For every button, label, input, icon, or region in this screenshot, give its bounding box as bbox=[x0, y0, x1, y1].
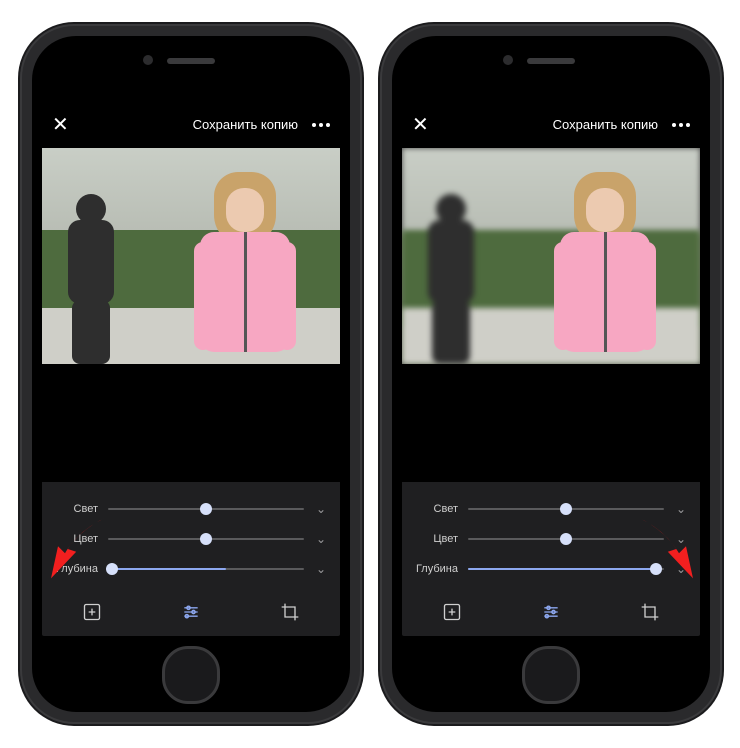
editor-topbar: ✕ Сохранить копию bbox=[402, 102, 700, 148]
crop-icon[interactable] bbox=[636, 598, 664, 626]
color-row: Цвет ⌄ bbox=[414, 524, 688, 554]
topbar-right: Сохранить копию bbox=[193, 117, 330, 132]
crop-icon[interactable] bbox=[276, 598, 304, 626]
color-label: Цвет bbox=[414, 533, 458, 545]
depth-label: Глубина bbox=[414, 563, 458, 575]
chevron-down-icon[interactable]: ⌄ bbox=[674, 502, 688, 516]
chevron-down-icon[interactable]: ⌄ bbox=[314, 532, 328, 546]
color-slider[interactable] bbox=[108, 538, 304, 540]
adjustment-panel: Свет ⌄ Цвет ⌄ Глубина ⌄ bbox=[42, 482, 340, 588]
adjustment-panel: Свет ⌄ Цвет ⌄ Глубина ⌄ bbox=[402, 482, 700, 588]
phone-mockup-right: ✕ Сохранить копию Свет ⌄ Цве bbox=[380, 24, 722, 724]
color-row: Цвет ⌄ bbox=[54, 524, 328, 554]
depth-label: Глубина bbox=[54, 563, 98, 575]
editor-bottombar bbox=[42, 588, 340, 636]
depth-slider[interactable] bbox=[108, 568, 304, 570]
editor-bottombar bbox=[402, 588, 700, 636]
suggestions-icon[interactable] bbox=[438, 598, 466, 626]
save-copy-button[interactable]: Сохранить копию bbox=[553, 117, 658, 132]
light-row: Свет ⌄ bbox=[54, 494, 328, 524]
app-screen: ✕ Сохранить копию Свет ⌄ Цве bbox=[402, 102, 700, 636]
letterbox-gap bbox=[402, 364, 700, 482]
depth-row: Глубина ⌄ bbox=[54, 554, 328, 584]
topbar-right: Сохранить копию bbox=[553, 117, 690, 132]
home-button[interactable] bbox=[162, 646, 220, 704]
adjust-icon[interactable] bbox=[177, 598, 205, 626]
color-slider[interactable] bbox=[468, 538, 664, 540]
light-slider[interactable] bbox=[468, 508, 664, 510]
phone-camera bbox=[143, 55, 153, 65]
more-icon[interactable] bbox=[312, 123, 330, 127]
color-label: Цвет bbox=[54, 533, 98, 545]
app-screen: ✕ Сохранить копию Свет ⌄ Цве bbox=[42, 102, 340, 636]
chevron-down-icon[interactable]: ⌄ bbox=[674, 532, 688, 546]
phone-speaker bbox=[167, 58, 215, 64]
chevron-down-icon[interactable]: ⌄ bbox=[314, 562, 328, 576]
close-button[interactable]: ✕ bbox=[412, 115, 429, 135]
light-label: Свет bbox=[54, 503, 98, 515]
close-button[interactable]: ✕ bbox=[52, 115, 69, 135]
suggestions-icon[interactable] bbox=[78, 598, 106, 626]
depth-slider[interactable] bbox=[468, 568, 664, 570]
depth-row: Глубина ⌄ bbox=[414, 554, 688, 584]
editor-topbar: ✕ Сохранить копию bbox=[42, 102, 340, 148]
chevron-down-icon[interactable]: ⌄ bbox=[674, 562, 688, 576]
photo-preview[interactable] bbox=[42, 148, 340, 365]
home-button[interactable] bbox=[522, 646, 580, 704]
comparison-stage: ✕ Сохранить копию Свет ⌄ Цве bbox=[0, 0, 740, 748]
phone-speaker bbox=[527, 58, 575, 64]
light-row: Свет ⌄ bbox=[414, 494, 688, 524]
save-copy-button[interactable]: Сохранить копию bbox=[193, 117, 298, 132]
phone-mockup-left: ✕ Сохранить копию Свет ⌄ Цве bbox=[20, 24, 362, 724]
more-icon[interactable] bbox=[672, 123, 690, 127]
phone-camera bbox=[503, 55, 513, 65]
chevron-down-icon[interactable]: ⌄ bbox=[314, 502, 328, 516]
adjust-icon[interactable] bbox=[537, 598, 565, 626]
photo-preview[interactable] bbox=[402, 148, 700, 365]
letterbox-gap bbox=[42, 364, 340, 482]
light-label: Свет bbox=[414, 503, 458, 515]
light-slider[interactable] bbox=[108, 508, 304, 510]
